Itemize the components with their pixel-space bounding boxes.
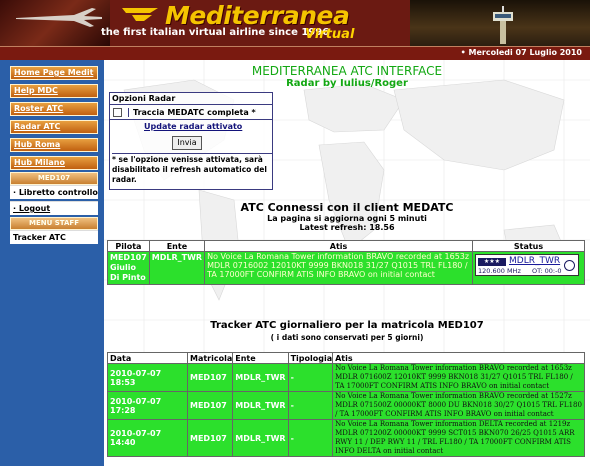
table-row: 2010-07-07 17:28 MED107 MDLR_TWR - No Vo… (107, 391, 585, 420)
rating-badge: ★★★ (478, 258, 506, 266)
table-row: 2010-07-07 18:53 MED107 MDLR_TWR - No Vo… (107, 363, 585, 392)
sidebar-item-hub-roma[interactable]: Hub Roma (10, 138, 98, 152)
data-cell: 2010-07-07 14:40 (107, 419, 188, 457)
sidebar-item-roster[interactable]: Roster ATC (10, 102, 98, 116)
col-header-pilota: Pilota (107, 240, 150, 252)
atis-cell: No Voice La Romana Tower information BRA… (332, 363, 585, 392)
page-title: MEDITERRANEA ATC INTERFACE (251, 64, 443, 78)
atis-cell: No Voice La Romana Tower information BRA… (332, 391, 585, 420)
atis-cell: No Voice La Romana Tower information BRA… (204, 251, 473, 285)
sidebar-section-user: MED107 (10, 172, 98, 185)
sidebar-item-home[interactable]: Home Page Medit (10, 66, 98, 80)
matricola-cell: MED107 (186, 419, 234, 457)
data-cell: 2010-07-07 17:28 (107, 391, 188, 420)
ente-cell: MDLR_TWR (232, 419, 289, 457)
radar-options-form: Opzioni Radar Traccia MEDATC completa * … (109, 92, 273, 190)
col-header-status: Status (472, 240, 585, 252)
col-header-matricola: Matricola (186, 352, 234, 364)
airline-logo-icon (122, 8, 158, 21)
tracker-note: ( i dati sono conservati per 5 giorni) (270, 333, 424, 342)
site-subtitle: Virtual (305, 27, 355, 42)
tipologia-cell: - (287, 391, 334, 420)
status-callsign[interactable]: MDLR_TWR (509, 256, 560, 266)
ente-cell: MDLR_TWR (148, 251, 206, 285)
main-content: MEDITERRANEA ATC INTERFACE Radar by Iuli… (104, 60, 590, 466)
sidebar-section-staff: MENU STAFF (10, 217, 98, 230)
col-header-tipologia: Tipologia (287, 352, 334, 364)
header-airport-art (410, 0, 590, 46)
data-cell: 2010-07-07 18:53 (107, 363, 188, 392)
traccia-checkbox[interactable] (113, 108, 122, 117)
status-frequency: 120.600 MHz (478, 267, 521, 275)
sidebar: Home Page Medit Help MDC Roster ATC Rada… (0, 60, 104, 466)
tipologia-cell: - (287, 363, 334, 392)
latest-refresh: Latest refresh: 18.56 (299, 223, 395, 232)
traccia-checkbox-label: Traccia MEDATC completa * (128, 108, 256, 117)
pilot-cell: MED107 Giulio Di Pinto (107, 251, 150, 285)
connected-title: ATC Connessi con il client MEDATC (240, 201, 454, 214)
header-plane-art (0, 0, 110, 46)
table-row: MED107 Giulio Di Pinto MDLR_TWR No Voice… (107, 251, 585, 285)
table-row: 2010-07-07 14:40 MED107 MDLR_TWR - No Vo… (107, 419, 585, 457)
atc-status-widget[interactable]: ★★★ MDLR_TWR 120.600 MHz OT: 00:-0 (475, 254, 579, 276)
sidebar-item-libretto[interactable]: · Libretto controllo (10, 185, 98, 199)
site-tagline: the first italian virtual airline since … (101, 27, 330, 38)
sidebar-item-hub-milano[interactable]: Hub Milano (10, 156, 98, 170)
current-date: • Mercoledi 07 Luglio 2010 (460, 48, 582, 57)
connected-atc-table: Pilota Ente Atis Status MED107 Giulio Di… (107, 240, 585, 285)
tracker-title: Tracker ATC giornaliero per la matricola… (210, 320, 484, 331)
control-tower-icon (493, 6, 513, 44)
tipologia-cell: - (287, 419, 334, 457)
matricola-cell: MED107 (186, 391, 234, 420)
ente-cell: MDLR_TWR (232, 391, 289, 420)
ente-cell: MDLR_TWR (232, 363, 289, 392)
page-subtitle: Radar by Iulius/Roger (286, 78, 408, 89)
status-cell: ★★★ MDLR_TWR 120.600 MHz OT: 00:-0 (472, 251, 585, 285)
col-header-ente: Ente (148, 240, 206, 252)
tracker-table: Data Matricola Ente Tipologia Atis 2010-… (107, 352, 585, 457)
status-online-time: OT: 00:-0 (532, 267, 562, 275)
radar-scope-icon (564, 260, 575, 271)
sidebar-item-logout[interactable]: · Logout (10, 201, 98, 215)
site-title: Mediterranea (165, 1, 350, 30)
col-header-atis: Atis (204, 240, 473, 252)
site-header: Mediterranea the first italian virtual a… (0, 0, 590, 46)
invia-button[interactable]: Invia (172, 136, 202, 150)
radar-options-legend: Opzioni Radar (110, 93, 272, 105)
radar-option-row: Traccia MEDATC completa * (110, 106, 272, 120)
radar-options-note: * se l'opzione venisse attivata, sarà di… (112, 153, 272, 185)
sidebar-item-help[interactable]: Help MDC (10, 84, 98, 98)
sidebar-item-tracker[interactable]: Tracker ATC (10, 230, 98, 244)
radar-status-text: Update radar attivato (144, 122, 243, 131)
refresh-note: La pagina si aggiorna ogni 5 minuti (267, 214, 427, 223)
col-header-ente: Ente (232, 352, 289, 364)
atis-cell: No Voice La Romana Tower information DEL… (332, 419, 585, 457)
col-header-data: Data (107, 352, 188, 364)
col-header-atis: Atis (332, 352, 585, 364)
airplane-icon (16, 8, 102, 27)
date-bar: • Mercoledi 07 Luglio 2010 (0, 46, 590, 60)
matricola-cell: MED107 (186, 363, 234, 392)
sidebar-item-radar[interactable]: Radar ATC (10, 120, 98, 134)
